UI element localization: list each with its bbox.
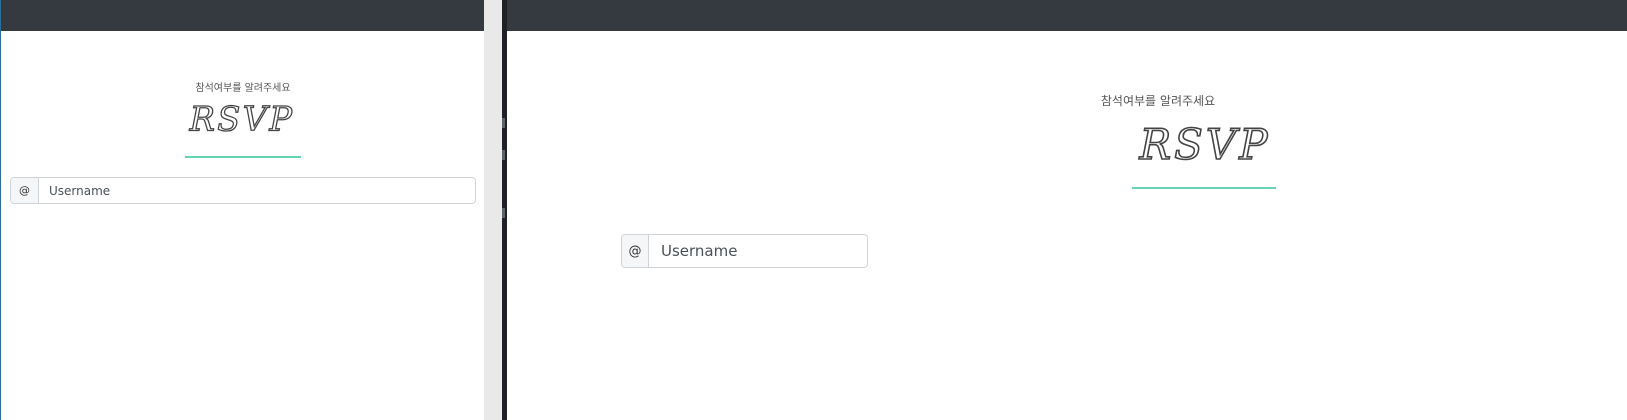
rsvp-title-script: RSVP <box>1138 121 1271 170</box>
username-input[interactable] <box>39 178 475 203</box>
edge-mark <box>502 118 505 128</box>
rsvp-title-script: RSVP <box>188 100 295 139</box>
username-input-group: @ <box>621 234 868 268</box>
browser-workspace: 참석여부를 알려주세요 RSVP @ 참석여부를 알려주세요 RSVP @ <box>0 0 1627 420</box>
right-viewport: 참석여부를 알려주세요 RSVP @ <box>507 0 1627 420</box>
left-viewport: 참석여부를 알려주세요 RSVP @ <box>0 0 484 420</box>
title-underline <box>1132 187 1276 189</box>
panel-splitter[interactable] <box>484 0 502 420</box>
edge-mark <box>502 150 505 160</box>
left-top-bar <box>1 0 484 31</box>
at-sign-addon: @ <box>11 178 39 203</box>
right-top-bar <box>507 0 1627 31</box>
username-input-group: @ <box>10 177 476 204</box>
rsvp-subtitle: 참석여부를 알려주세요 <box>195 83 291 94</box>
edge-mark <box>502 208 505 218</box>
at-sign-addon: @ <box>622 235 649 267</box>
svg-text:RSVP: RSVP <box>189 100 295 138</box>
username-input[interactable] <box>649 235 867 267</box>
rsvp-subtitle: 참석여부를 알려주세요 <box>1100 94 1216 108</box>
title-underline <box>185 156 301 158</box>
svg-text:RSVP: RSVP <box>1139 121 1271 169</box>
